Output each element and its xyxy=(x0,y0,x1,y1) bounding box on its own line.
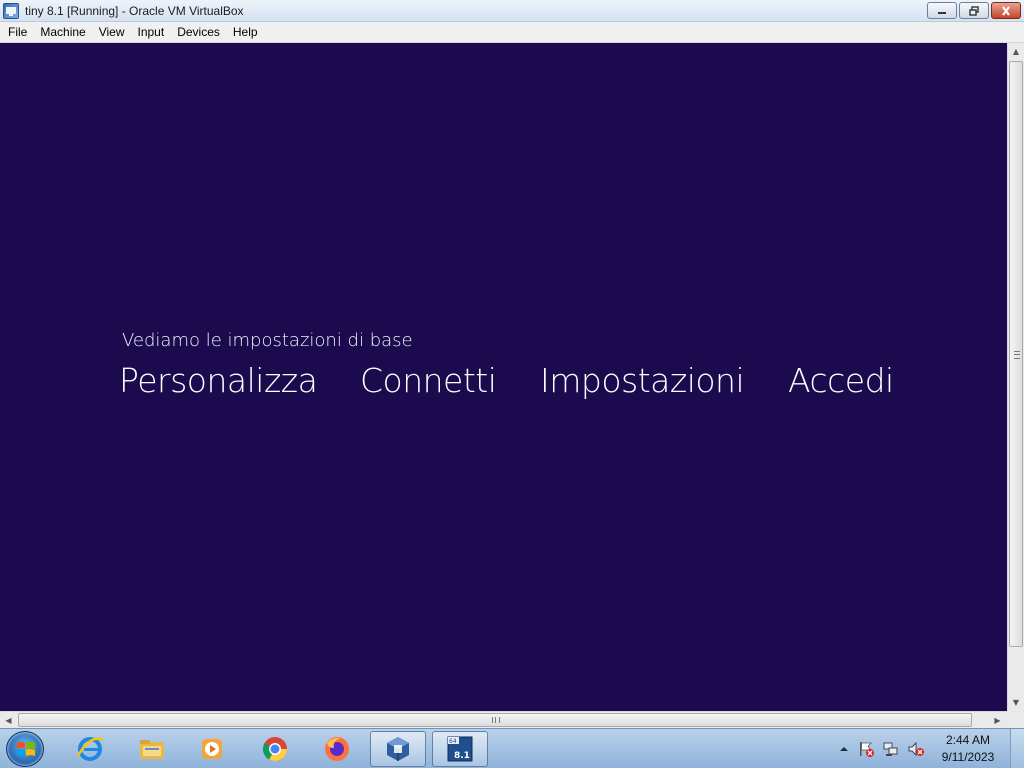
menu-devices[interactable]: Devices xyxy=(171,23,226,41)
virtualbox-app-icon[interactable] xyxy=(3,2,19,19)
media-player-icon xyxy=(202,739,222,759)
scroll-down-arrow-icon[interactable]: ▼ xyxy=(1008,694,1024,711)
taskbar-internet-explorer[interactable] xyxy=(62,731,118,767)
taskbar-chrome[interactable] xyxy=(247,731,303,767)
action-center-flag-icon[interactable] xyxy=(857,740,875,758)
setup-heading: Vediamo le impostazioni di base xyxy=(122,330,413,351)
menu-help[interactable]: Help xyxy=(227,23,264,41)
restore-button[interactable] xyxy=(959,2,989,19)
grip-icon xyxy=(1014,351,1020,359)
title-bar: tiny 8.1 [Running] - Oracle VM VirtualBo… xyxy=(0,0,1024,22)
menu-input[interactable]: Input xyxy=(132,23,171,41)
internet-explorer-icon xyxy=(76,737,104,761)
scrollbar-corner xyxy=(1007,711,1024,728)
step-impostazioni: Impostazioni xyxy=(540,361,745,400)
taskbar-virtualbox[interactable] xyxy=(370,731,426,767)
taskbar-firefox[interactable] xyxy=(309,731,365,767)
volume-muted-icon[interactable] xyxy=(907,740,925,758)
vm-display[interactable]: Vediamo le impostazioni di base Personal… xyxy=(0,43,1007,711)
windows-logo-icon xyxy=(17,742,35,756)
clock-time: 2:44 AM xyxy=(945,733,991,747)
menu-view[interactable]: View xyxy=(93,23,131,41)
horizontal-scroll-thumb[interactable] xyxy=(18,713,972,727)
horizontal-scrollbar[interactable]: ◀ ▶ xyxy=(0,711,1007,728)
setup-steps: Personalizza Connetti Impostazioni Acced… xyxy=(119,361,894,400)
vm-badge-top: 64 xyxy=(449,738,457,745)
vertical-scroll-thumb[interactable] xyxy=(1009,61,1023,647)
scroll-left-arrow-icon[interactable]: ◀ xyxy=(0,712,17,728)
menu-bar: File Machine View Input Devices Help xyxy=(0,22,1024,43)
menu-file[interactable]: File xyxy=(2,23,33,41)
taskbar-vm-window[interactable]: 64 8.1 xyxy=(432,731,488,767)
system-tray: 2:44 AM 9/11/2023 xyxy=(837,729,1024,768)
step-personalizza: Personalizza xyxy=(119,361,318,400)
scroll-right-arrow-icon[interactable]: ▶ xyxy=(989,712,1006,728)
taskbar-file-explorer[interactable] xyxy=(124,731,180,767)
taskbar-media-player[interactable] xyxy=(184,731,240,767)
grip-icon xyxy=(492,717,500,723)
window-title: tiny 8.1 [Running] - Oracle VM VirtualBo… xyxy=(25,3,244,18)
network-icon[interactable] xyxy=(882,740,900,758)
menu-machine[interactable]: Machine xyxy=(34,23,91,41)
vm-window-icon: 64 8.1 xyxy=(447,736,473,762)
start-button[interactable] xyxy=(6,731,44,767)
step-connetti: Connetti xyxy=(360,361,497,400)
close-icon xyxy=(1002,5,1010,16)
chrome-icon xyxy=(262,737,287,762)
minimize-button[interactable] xyxy=(927,2,957,19)
firefox-icon xyxy=(325,737,349,761)
vm-badge: 8.1 xyxy=(454,751,470,761)
file-explorer-icon xyxy=(140,740,164,759)
restore-icon xyxy=(969,5,979,16)
step-accedi: Accedi xyxy=(788,361,894,400)
minimize-icon xyxy=(938,11,946,14)
virtualbox-icon xyxy=(387,737,409,761)
clock[interactable]: 2:44 AM 9/11/2023 xyxy=(932,732,1004,766)
show-hidden-icons-icon[interactable] xyxy=(837,742,851,756)
taskbar: 64 8.1 2:44 AM 9/11/2023 xyxy=(0,728,1024,768)
scroll-up-arrow-icon[interactable]: ▲ xyxy=(1008,43,1024,60)
show-desktop-button[interactable] xyxy=(1010,729,1024,768)
clock-date: 9/11/2023 xyxy=(941,750,995,764)
close-button[interactable] xyxy=(991,2,1021,19)
vertical-scrollbar[interactable]: ▲ ▼ xyxy=(1007,43,1024,711)
